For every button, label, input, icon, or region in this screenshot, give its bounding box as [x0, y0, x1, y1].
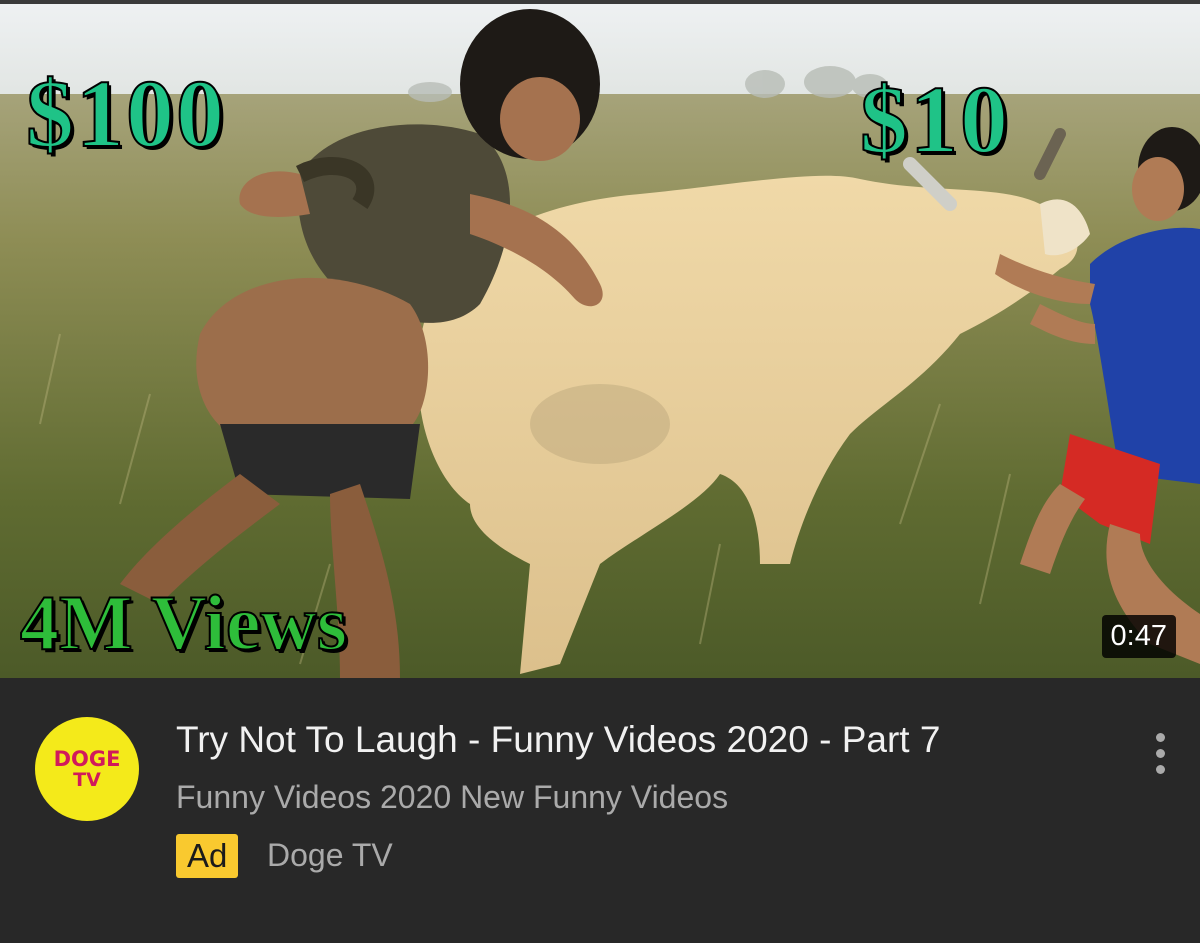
advertiser-name[interactable]: Doge TV: [267, 835, 393, 875]
video-thumbnail[interactable]: $100 $10 4M Views 0:47: [0, 4, 1200, 678]
overlay-price-left: $100: [25, 60, 226, 167]
channel-avatar[interactable]: DOGE TV: [35, 717, 139, 821]
menu-dot: [1155, 764, 1165, 774]
video-info-row: DOGE TV Try Not To Laugh - Funny Videos …: [0, 678, 1200, 943]
more-vert-icon[interactable]: [1140, 728, 1180, 778]
ad-badge: Ad: [176, 834, 239, 878]
menu-dot: [1155, 748, 1165, 758]
video-description: Funny Videos 2020 New Funny Videos: [176, 779, 729, 815]
overlay-price-right: $10: [859, 66, 1010, 173]
video-title[interactable]: Try Not To Laugh - Funny Videos 2020 - P…: [176, 718, 1076, 762]
duration-badge: 0:47: [1101, 615, 1176, 658]
overlay-views-label: 4M Views: [19, 579, 348, 666]
menu-dot: [1155, 732, 1165, 742]
avatar-text-line1: DOGE: [53, 746, 121, 771]
avatar-text-line2: TV: [73, 768, 101, 791]
